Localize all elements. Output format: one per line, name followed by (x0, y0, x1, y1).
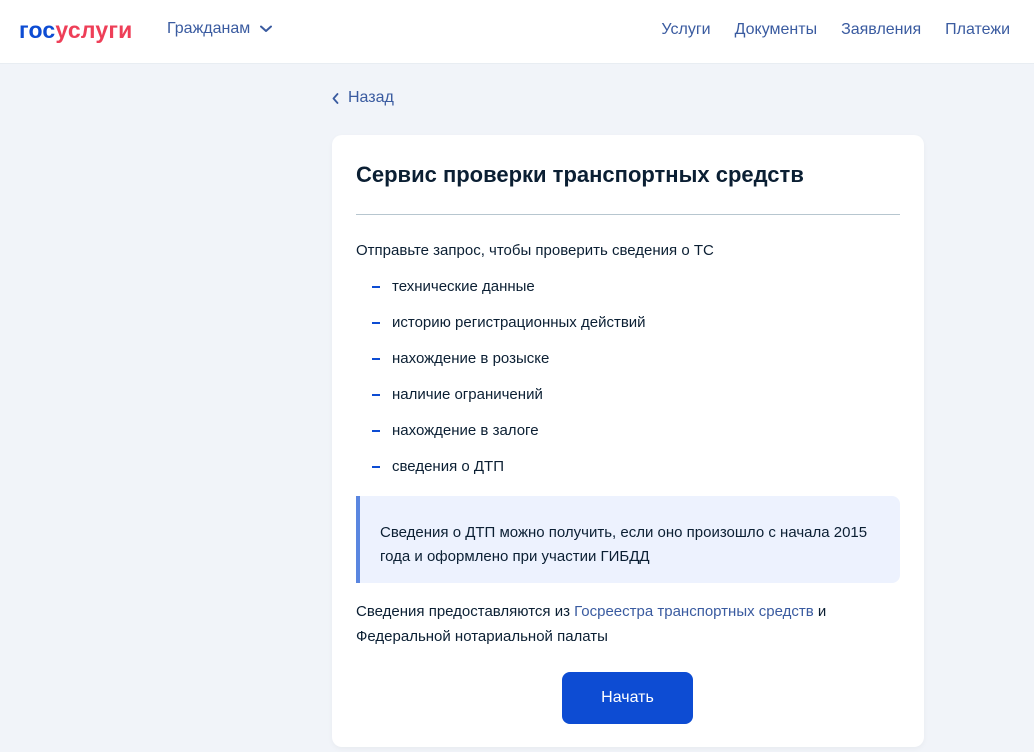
back-link[interactable]: Назад (332, 89, 394, 107)
chevron-down-icon (260, 25, 273, 32)
intro-text: Отправьте запрос, чтобы проверить сведен… (356, 242, 714, 259)
service-card: Сервис проверки транспортных средств Отп… (332, 135, 924, 747)
source-text: Сведения предоставляются из Госреестра т… (356, 599, 896, 649)
logo-part-uslugi: услуги (55, 17, 133, 43)
logo-part-gos: гос (19, 17, 56, 43)
audience-dropdown[interactable]: Гражданам (167, 20, 273, 38)
info-notice: Сведения о ДТП можно получить, если оно … (356, 496, 900, 583)
notice-text: Сведения о ДТП можно получить, если оно … (380, 524, 868, 565)
list-item: технические данные (372, 277, 646, 313)
list-item: нахождение в розыске (372, 349, 646, 385)
list-item: наличие ограничений (372, 385, 646, 421)
list-item: историю регистрационных действий (372, 313, 646, 349)
nav-documents[interactable]: Документы (735, 20, 817, 40)
dash-icon (372, 322, 380, 324)
registry-link[interactable]: Госреестра транспортных средств (574, 603, 814, 620)
dash-icon (372, 358, 380, 360)
gosuslugi-logo[interactable]: госуслуги (19, 16, 132, 44)
back-label: Назад (348, 89, 394, 106)
title-divider (356, 214, 900, 215)
page-title: Сервис проверки транспортных средств (356, 162, 804, 187)
dash-icon (372, 394, 380, 396)
chevron-left-icon (332, 92, 339, 104)
source-before: Сведения предоставляются из (356, 603, 575, 620)
dash-icon (372, 466, 380, 468)
audience-label: Гражданам (167, 20, 251, 37)
nav-services[interactable]: Услуги (661, 20, 710, 40)
list-item: нахождение в залоге (372, 421, 646, 457)
nav-applications[interactable]: Заявления (841, 20, 921, 40)
nav-payments[interactable]: Платежи (945, 20, 1010, 40)
dash-icon (372, 286, 380, 288)
list-item: сведения о ДТП (372, 457, 646, 493)
main-nav: Услуги Документы Заявления Платежи (637, 20, 1010, 40)
check-list: технические данные историю регистрационн… (372, 277, 646, 493)
site-header: госуслуги Гражданам Услуги Документы Зая… (0, 0, 1034, 64)
start-button[interactable]: Начать (562, 672, 693, 724)
dash-icon (372, 430, 380, 432)
